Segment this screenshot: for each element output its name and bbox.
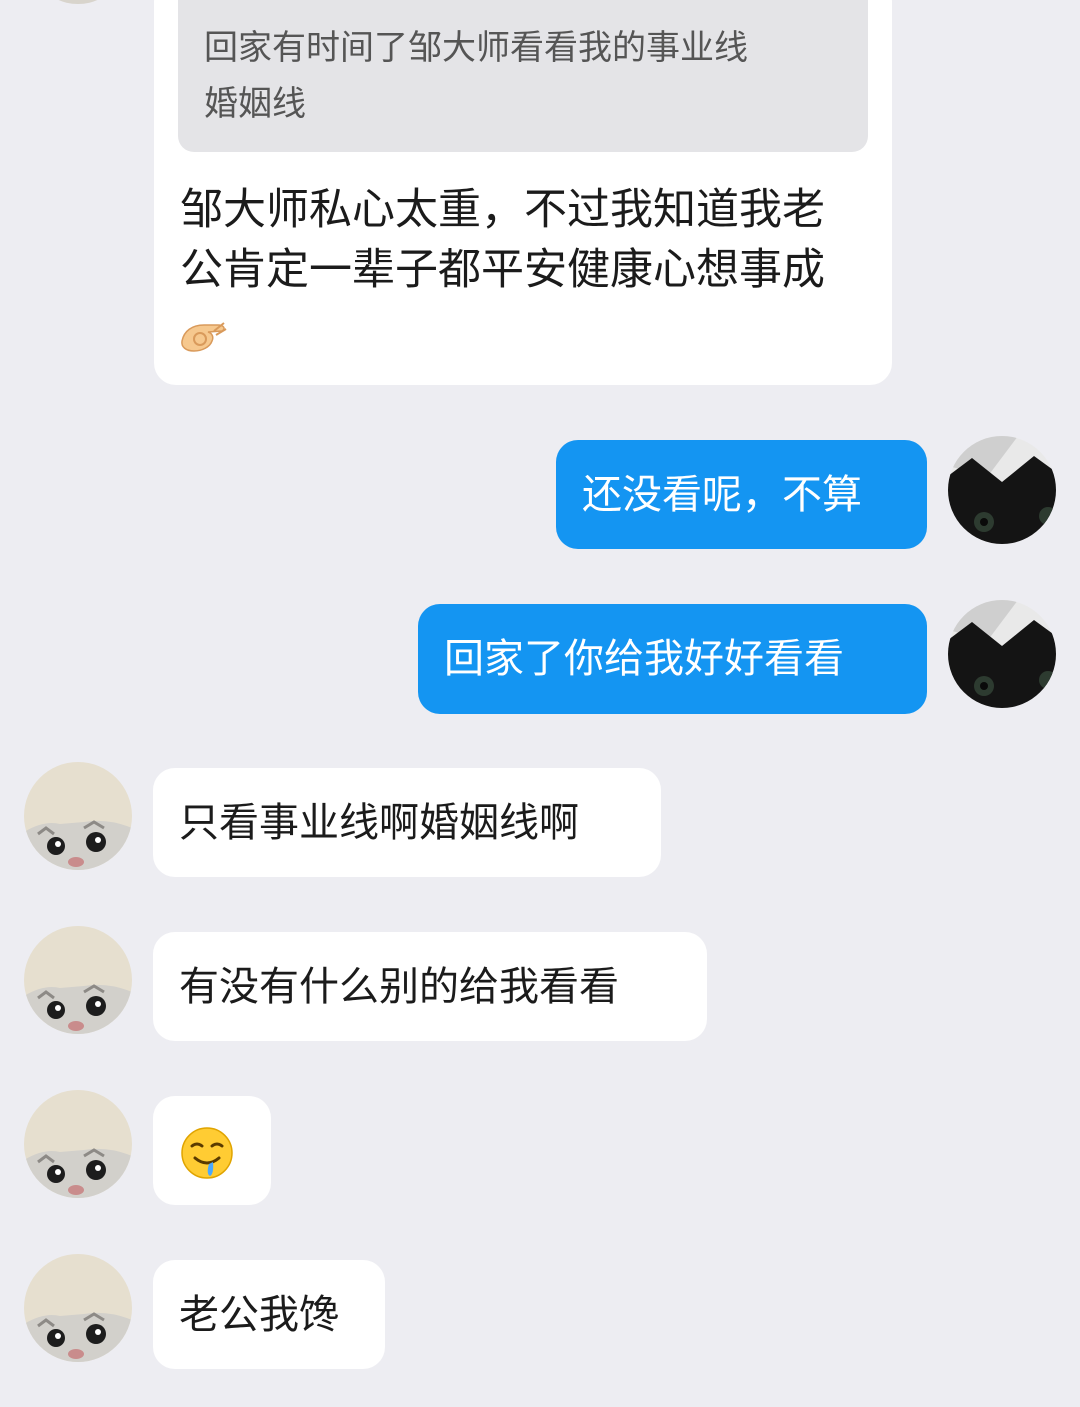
grey-kitten-avatar-icon[interactable] xyxy=(24,1254,132,1362)
message-bubble-incoming[interactable]: 老公我馋 xyxy=(153,1260,385,1369)
message-text: 回家了你给我好好看看 xyxy=(444,636,844,682)
message-text: 有没有什么别的给我看看 xyxy=(179,964,619,1010)
message-bubble-incoming[interactable] xyxy=(153,1096,271,1205)
message-text-line-1: 邹大师私心太重，不过我知道我老 xyxy=(180,185,825,235)
message-bubble-incoming[interactable]: 有没有什么别的给我看看 xyxy=(153,932,707,1041)
message-text: 还没看呢，不算 xyxy=(582,472,862,518)
ok-hand-emoji-icon xyxy=(178,314,230,374)
message-bubble-incoming[interactable]: 回家有时间了邹大师看看我的事业线 婚姻线 邹大师私心太重，不过我知道我老 公肯定… xyxy=(154,0,892,385)
black-cat-avatar-icon[interactable] xyxy=(948,436,1056,544)
quoted-message-line-1: 回家有时间了邹大师看看我的事业线 xyxy=(204,28,748,68)
quoted-message-line-2: 婚姻线 xyxy=(204,84,306,124)
black-cat-avatar-icon[interactable] xyxy=(948,600,1056,708)
message-text-line-2: 公肯定一辈子都平安健康心想事成 xyxy=(180,245,825,295)
quoted-message[interactable]: 回家有时间了邹大师看看我的事业线 婚姻线 xyxy=(178,0,868,152)
message-text: 老公我馋 xyxy=(179,1292,339,1338)
grey-kitten-avatar-icon[interactable] xyxy=(24,926,132,1034)
grey-kitten-avatar-icon[interactable] xyxy=(24,762,132,870)
message-bubble-incoming[interactable]: 只看事业线啊婚姻线啊 xyxy=(153,768,661,877)
grey-kitten-avatar-icon[interactable] xyxy=(24,1090,132,1198)
drooling-face-emoji-icon xyxy=(180,1126,234,1197)
partial-avatar xyxy=(48,0,108,4)
message-bubble-outgoing[interactable]: 回家了你给我好好看看 xyxy=(418,604,927,714)
message-bubble-outgoing[interactable]: 还没看呢，不算 xyxy=(556,440,927,549)
message-text: 只看事业线啊婚姻线啊 xyxy=(179,800,579,846)
message-text: 邹大师私心太重，不过我知道我老 公肯定一辈子都平安健康心想事成 xyxy=(180,180,825,300)
